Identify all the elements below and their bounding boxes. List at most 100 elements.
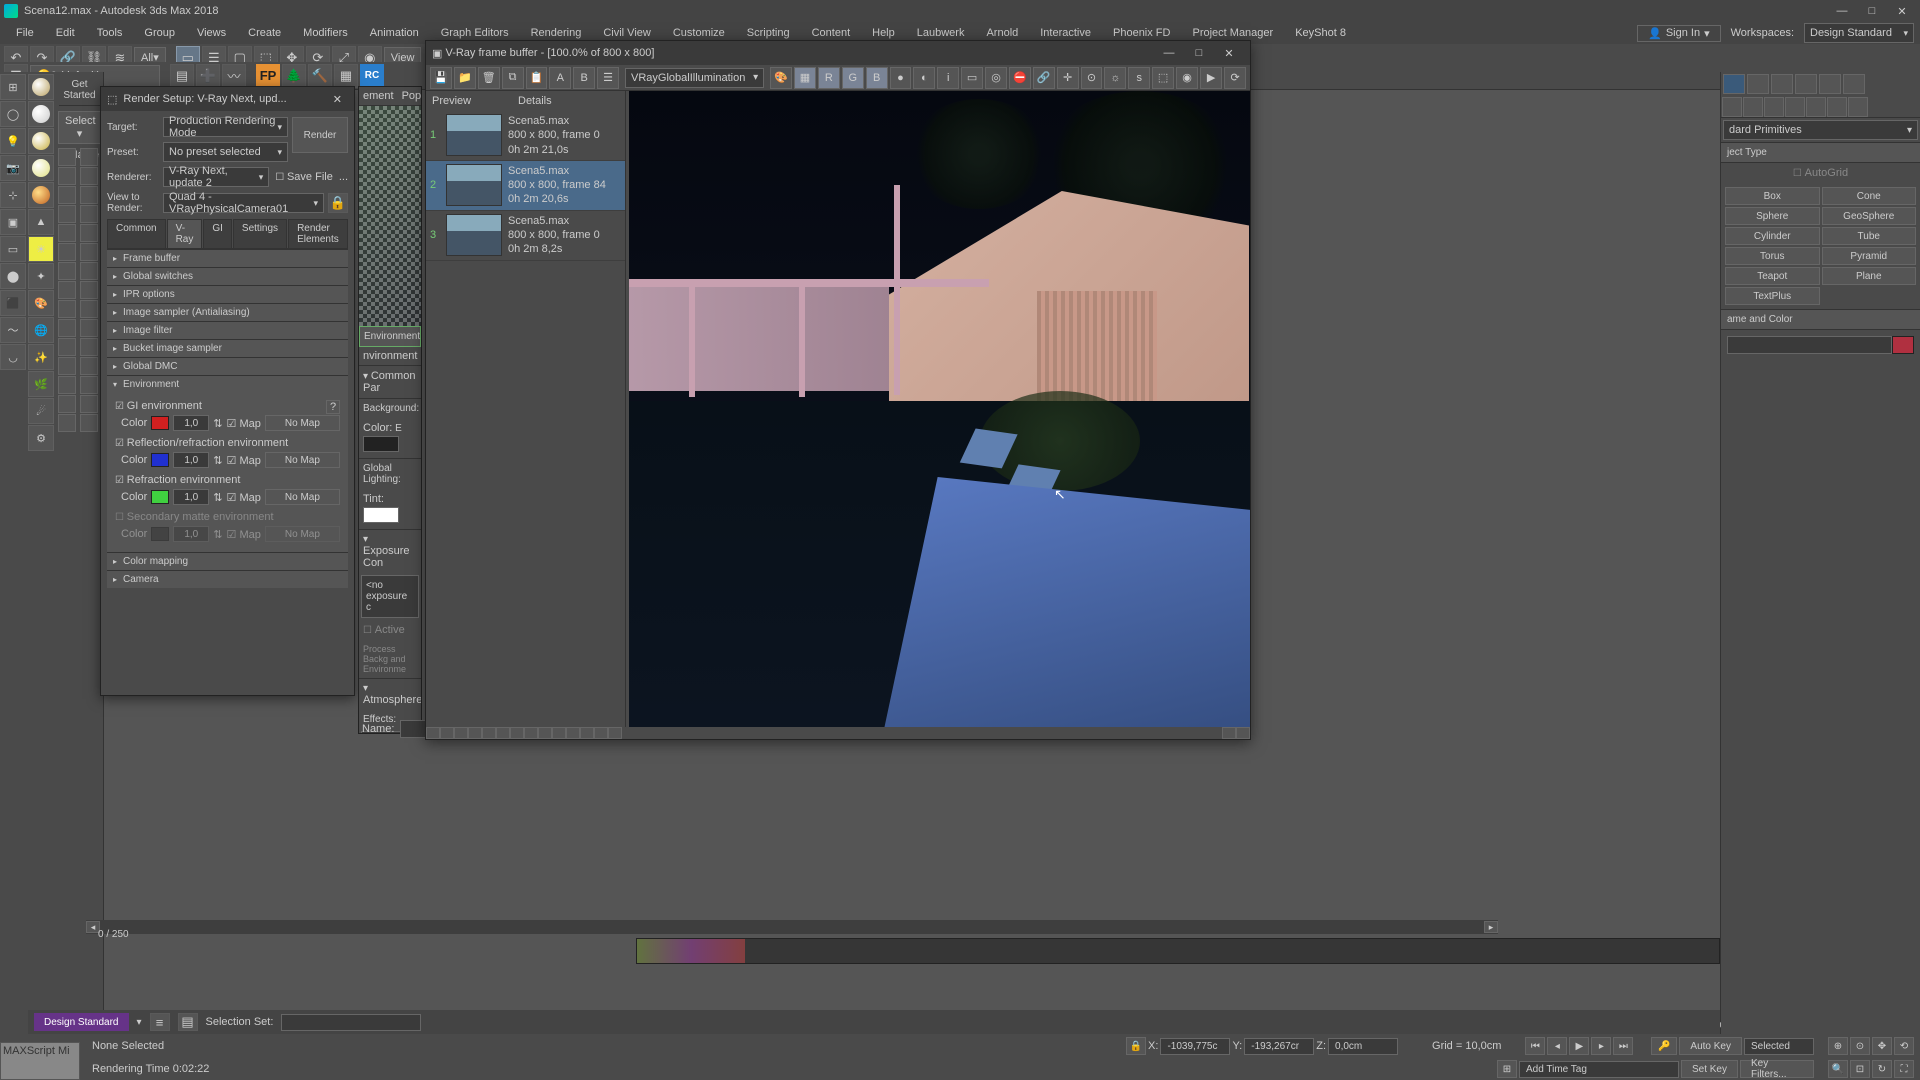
cylinder-tool[interactable]: ⬛ bbox=[0, 290, 26, 316]
spray-tool[interactable]: ✦ bbox=[28, 263, 54, 289]
gi-env-mode[interactable]: ? bbox=[326, 400, 340, 414]
menu-file[interactable]: File bbox=[6, 25, 44, 41]
prev-frame[interactable]: ◂ bbox=[1547, 1037, 1567, 1055]
y-field[interactable]: -193,267cr bbox=[1244, 1038, 1314, 1055]
helper-tool[interactable]: ⊹ bbox=[0, 182, 26, 208]
vfb-bot-2[interactable] bbox=[440, 727, 454, 739]
close-button[interactable]: ✕ bbox=[1888, 2, 1916, 20]
history-item-2[interactable]: 2Scena5.max800 x 800, frame 840h 2m 20,6… bbox=[426, 161, 625, 211]
menu-customize[interactable]: Customize bbox=[663, 25, 735, 41]
filter-particle-icon[interactable] bbox=[58, 281, 76, 299]
atmosphere-header[interactable]: Atmosphere bbox=[363, 694, 422, 706]
rollout-camera[interactable]: Camera bbox=[107, 571, 348, 588]
gi-color-swatch[interactable] bbox=[151, 416, 169, 430]
refl-map-button[interactable]: No Map bbox=[265, 452, 340, 468]
vfb-g-icon[interactable]: G bbox=[842, 67, 864, 89]
prim-sphere[interactable]: Sphere bbox=[1725, 207, 1820, 225]
matte-env-check[interactable]: ☐ Secondary matte environment bbox=[115, 511, 340, 523]
sphere-tool-icon[interactable]: ⬤ bbox=[0, 263, 26, 289]
vfb-b-icon[interactable]: B bbox=[573, 67, 595, 89]
display-icon-10[interactable] bbox=[80, 319, 98, 337]
shape-tool[interactable]: ◯ bbox=[0, 101, 26, 127]
object-type-header[interactable]: ject Type bbox=[1721, 142, 1920, 163]
next-frame[interactable]: ▸ bbox=[1591, 1037, 1611, 1055]
vfb-bot-13[interactable] bbox=[594, 727, 608, 739]
shapes-icon[interactable] bbox=[1743, 97, 1763, 117]
object-name-input[interactable] bbox=[1727, 336, 1892, 354]
selection-set-dropdown[interactable] bbox=[281, 1014, 421, 1031]
lock-view-button[interactable]: 🔒 bbox=[328, 193, 348, 213]
display-icon-1[interactable] bbox=[80, 148, 98, 166]
vfb-cc-icon[interactable]: ☼ bbox=[1104, 67, 1126, 89]
vfb-bot-3[interactable] bbox=[454, 727, 468, 739]
vfb-stop-icon[interactable]: ⛔ bbox=[1009, 67, 1031, 89]
prim-box[interactable]: Box bbox=[1725, 187, 1820, 205]
vfb-bot-9[interactable] bbox=[538, 727, 552, 739]
refl-mult-spinner[interactable]: 1,0 bbox=[173, 452, 209, 468]
vfb-i-icon[interactable]: i bbox=[937, 67, 959, 89]
track-bar[interactable] bbox=[636, 938, 1720, 964]
view-dropdown[interactable]: Quad 4 - VRayPhysicalCamera01 bbox=[163, 193, 324, 213]
nav-8[interactable]: ⛶ bbox=[1894, 1060, 1914, 1078]
menu-views[interactable]: Views bbox=[187, 25, 236, 41]
prim-cylinder[interactable]: Cylinder bbox=[1725, 227, 1820, 245]
vfb-bot-1[interactable] bbox=[426, 727, 440, 739]
systems-icon[interactable] bbox=[1848, 97, 1868, 117]
motion-tab[interactable] bbox=[1795, 74, 1817, 94]
vfb-a-icon[interactable]: A bbox=[549, 67, 571, 89]
render-button[interactable]: Render bbox=[292, 117, 348, 153]
filter-invert-icon[interactable] bbox=[58, 414, 76, 432]
curve-editor-button[interactable]: 〰 bbox=[222, 64, 246, 88]
prim-plane[interactable]: Plane bbox=[1822, 267, 1917, 285]
gi-map-button[interactable]: No Map bbox=[265, 415, 340, 431]
env-tab-popu[interactable]: Popu bbox=[398, 87, 422, 105]
display-icon-4[interactable] bbox=[80, 205, 98, 223]
env-tool[interactable]: 🌐 bbox=[28, 317, 54, 343]
display-icon-11[interactable] bbox=[80, 338, 98, 356]
rollout-ipr[interactable]: IPR options bbox=[107, 286, 348, 303]
prim-torus[interactable]: Torus bbox=[1725, 247, 1820, 265]
key-mode-button[interactable]: 🔑 bbox=[1651, 1037, 1677, 1055]
vfb-bot-7[interactable] bbox=[510, 727, 524, 739]
exposure-dropdown[interactable]: <no exposure c bbox=[361, 575, 419, 618]
cameras-icon[interactable] bbox=[1785, 97, 1805, 117]
prim-teapot[interactable]: Teapot bbox=[1725, 267, 1820, 285]
vfb-r-icon[interactable]: R bbox=[818, 67, 840, 89]
vfb-swatch-icon[interactable]: 🎨 bbox=[770, 67, 792, 89]
vfb-channel-dropdown[interactable]: VRayGlobalIllumination bbox=[625, 68, 764, 88]
menu-content[interactable]: Content bbox=[802, 25, 861, 41]
mat-4[interactable] bbox=[28, 155, 54, 181]
add-time-tag[interactable]: Add Time Tag bbox=[1519, 1061, 1679, 1078]
vfb-bot-8[interactable] bbox=[524, 727, 538, 739]
grass-tool[interactable]: 🌿 bbox=[28, 371, 54, 397]
vfb-bot-12[interactable] bbox=[580, 727, 594, 739]
vfb-bot-expand[interactable] bbox=[1222, 727, 1236, 739]
history-item-3[interactable]: 3Scena5.max800 x 800, frame 00h 2m 8,2s bbox=[426, 211, 625, 261]
refr-color-swatch[interactable] bbox=[151, 490, 169, 504]
object-color-swatch[interactable] bbox=[1892, 336, 1914, 354]
goto-start[interactable]: ⏮ bbox=[1525, 1037, 1545, 1055]
name-color-header[interactable]: ame and Color bbox=[1721, 309, 1920, 330]
nav-3[interactable]: ✥ bbox=[1872, 1037, 1892, 1055]
plane-tool[interactable]: ▭ bbox=[0, 236, 26, 262]
isolate-button[interactable]: ⊞ bbox=[1497, 1060, 1517, 1078]
z-field[interactable]: 0,0cm bbox=[1328, 1038, 1398, 1055]
paint-tool[interactable]: 🎨 bbox=[28, 290, 54, 316]
env-tab-partial[interactable]: ement bbox=[359, 87, 398, 105]
rollout-global-switches[interactable]: Global switches bbox=[107, 268, 348, 285]
bg-color-swatch[interactable] bbox=[363, 436, 399, 452]
vfb-bot-6[interactable] bbox=[496, 727, 510, 739]
menu-scripting[interactable]: Scripting bbox=[737, 25, 800, 41]
vfb-minimize[interactable]: — bbox=[1154, 42, 1184, 64]
menu-phoenix-fd[interactable]: Phoenix FD bbox=[1103, 25, 1180, 41]
tab-vray[interactable]: V-Ray bbox=[167, 219, 203, 248]
refr-map-button[interactable]: No Map bbox=[265, 489, 340, 505]
nav-5[interactable]: 🔍 bbox=[1828, 1060, 1848, 1078]
nav-6[interactable]: ⊡ bbox=[1850, 1060, 1870, 1078]
vfb-rgb-icon[interactable]: ▦ bbox=[794, 67, 816, 89]
lights-tool[interactable]: 💡 bbox=[0, 128, 26, 154]
particle-tool-icon[interactable]: ☄ bbox=[28, 398, 54, 424]
menu-arnold[interactable]: Arnold bbox=[976, 25, 1028, 41]
geometry-icon[interactable] bbox=[1722, 97, 1742, 117]
vfb-dup-icon[interactable]: ⧉ bbox=[502, 67, 524, 89]
